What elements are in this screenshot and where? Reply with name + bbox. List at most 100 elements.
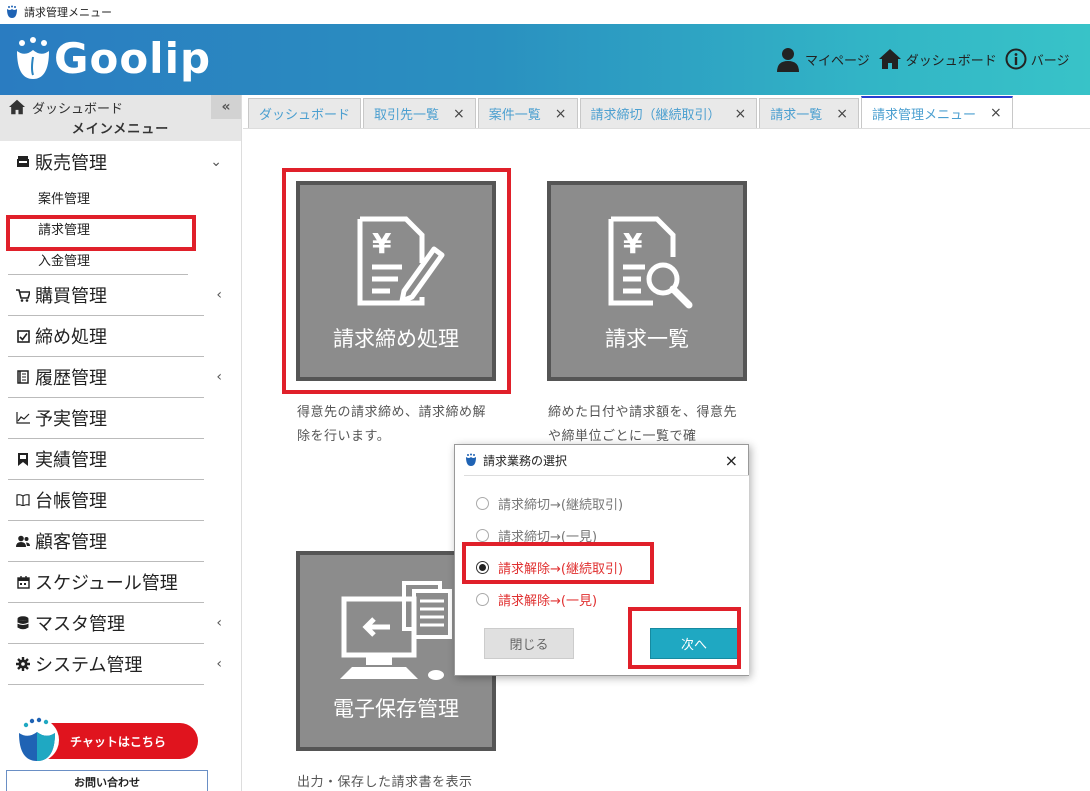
tab-label: 請求一覧	[770, 108, 823, 123]
sidebar-dashboard-link[interactable]: ダッシュボード «	[0, 95, 241, 119]
sidebar-item-label: スケジュール管理	[35, 573, 178, 594]
register-icon	[16, 155, 30, 169]
dialog-title: 請求業務の選択	[483, 453, 568, 468]
tile-description: 出力・保存した請求書を表示	[297, 775, 473, 790]
tab-label: 請求管理メニュー	[872, 107, 977, 123]
option-cancel-oneoff[interactable]: 請求解除→(一見)	[476, 590, 597, 609]
tile-label: 請求一覧	[605, 327, 689, 351]
sidebar-subitem-projects[interactable]: 案件管理	[8, 182, 204, 213]
option-label: 請求解除→(継続取引)	[498, 562, 624, 577]
dashboard-link[interactable]: ダッシュボード	[878, 48, 997, 70]
tab-billing-menu[interactable]: 請求管理メニュー ×	[861, 96, 1013, 128]
tile-billing-close[interactable]: ¥ 請求締め処理	[296, 181, 496, 381]
tab-billing-close[interactable]: 請求締切（継続取引） ×	[579, 98, 758, 128]
close-icon[interactable]: ×	[555, 106, 567, 122]
tab-label: 取引先一覧	[374, 108, 440, 123]
invoice-edit-icon: ¥	[357, 216, 445, 306]
tile-label: 電子保存管理	[333, 697, 459, 721]
sidebar-item-master[interactable]: マスタ管理 ‹	[8, 603, 222, 644]
sidebar-subitem-billing[interactable]: 請求管理	[8, 213, 204, 244]
sidebar-item-ledger[interactable]: 台帳管理	[8, 480, 204, 521]
dialog-close-button[interactable]: 閉じる	[484, 628, 574, 659]
option-cancel-continuous[interactable]: 請求解除→(継続取引)	[476, 558, 623, 577]
goolip-logo[interactable]: Goolip	[14, 34, 211, 83]
calendar-icon	[16, 575, 30, 589]
mypage-label: マイページ	[805, 53, 870, 69]
sidebar-item-results[interactable]: 実績管理	[8, 439, 204, 480]
option-close-oneoff[interactable]: 請求締切→(一見)	[476, 526, 597, 545]
close-icon[interactable]: ×	[453, 106, 465, 122]
radio-button[interactable]	[476, 593, 489, 606]
tile-description: 得意先の請求締め、請求締め解除を行います。	[297, 405, 487, 444]
sidebar-collapse-button[interactable]: «	[211, 95, 241, 119]
contact-button[interactable]: お問い合わせ	[6, 770, 208, 791]
sidebar-dashboard-label: ダッシュボード	[32, 101, 124, 117]
sidebar-item-label: システム管理	[35, 655, 143, 676]
home-icon	[878, 49, 901, 69]
header-nav: マイページ ダッシュボード バージ	[775, 46, 1078, 72]
home-icon	[9, 99, 25, 115]
double-chevron-left-icon: «	[221, 99, 231, 115]
sidebar-item-label: 台帳管理	[35, 491, 107, 512]
tab-projects[interactable]: 案件一覧 ×	[477, 98, 578, 128]
sidebar-item-label: マスタ管理	[35, 614, 125, 635]
bookmark-icon	[16, 452, 30, 466]
sidebar-item-label: 顧客管理	[35, 532, 107, 553]
sidebar-item-system[interactable]: システム管理 ‹	[8, 644, 222, 685]
tab-dashboard[interactable]: ダッシュボード	[248, 98, 362, 128]
logo-text: Goolip	[54, 34, 212, 83]
close-icon[interactable]: ×	[735, 106, 747, 122]
chevron-left-icon: ‹	[216, 656, 222, 672]
sidebar-item-purchasing[interactable]: 購買管理 ‹	[8, 275, 222, 316]
dialog-titlebar: 請求業務の選択 ×	[455, 445, 748, 475]
version-link[interactable]: バージ	[1005, 48, 1070, 70]
sidebar-item-sales[interactable]: 販売管理 ⌄	[8, 141, 222, 182]
close-icon[interactable]: ×	[990, 105, 1002, 121]
main-menu: 販売管理 ⌄ 案件管理 請求管理 入金管理 購買管理 ‹ 締め処理 履歴管理 ‹…	[8, 141, 222, 685]
chevron-left-icon: ‹	[216, 615, 222, 631]
tile-label: 請求締め処理	[333, 327, 459, 351]
option-label: 請求解除→(一見)	[498, 594, 598, 609]
tulip-logo-icon	[17, 36, 49, 79]
tab-bar: ダッシュボード 取引先一覧 × 案件一覧 × 請求締切（継続取引） × 請求一覧…	[248, 95, 1090, 128]
database-icon	[16, 616, 30, 630]
radio-button[interactable]	[476, 561, 489, 574]
svg-text:¥: ¥	[623, 227, 643, 260]
app-header: Goolip マイページ ダッシュボード バージ	[0, 24, 1090, 95]
radio-button[interactable]	[476, 497, 489, 510]
chevron-left-icon: ‹	[216, 287, 222, 303]
mypage-link[interactable]: マイページ	[775, 46, 870, 72]
close-icon[interactable]: ×	[836, 106, 848, 122]
open-book-icon	[16, 493, 30, 507]
sidebar-item-closing[interactable]: 締め処理	[8, 316, 204, 357]
invoice-search-icon: ¥	[608, 216, 693, 309]
sidebar: ダッシュボード « メインメニュー 販売管理 ⌄ 案件管理 請求管理 入金管理 …	[0, 95, 242, 791]
billing-task-dialog: 請求業務の選択 × 請求締切→(継続取引) 請求締切→(一見) 請求解除→(継続…	[454, 444, 749, 676]
gear-icon	[16, 657, 30, 671]
tab-billing-list[interactable]: 請求一覧 ×	[759, 98, 860, 128]
window-title: 請求管理メニュー	[24, 6, 112, 19]
svg-text:¥: ¥	[372, 227, 392, 260]
sidebar-item-customers[interactable]: 顧客管理	[8, 521, 204, 562]
radio-button[interactable]	[476, 529, 489, 542]
dialog-next-button[interactable]: 次へ	[650, 628, 738, 659]
info-icon	[1005, 48, 1027, 70]
chart-icon	[16, 411, 30, 425]
goolip-app-icon	[7, 5, 17, 18]
close-icon[interactable]: ×	[725, 451, 738, 470]
option-close-continuous[interactable]: 請求締切→(継続取引)	[476, 494, 623, 513]
sidebar-subitem-payments[interactable]: 入金管理	[8, 244, 188, 275]
tab-clients[interactable]: 取引先一覧 ×	[363, 98, 476, 128]
computer-documents-icon	[340, 581, 452, 680]
sidebar-item-history[interactable]: 履歴管理 ‹	[8, 357, 222, 398]
dashboard-label: ダッシュボード	[905, 53, 997, 69]
tab-label: 請求締切（継続取引）	[590, 108, 721, 123]
tile-description: 締めた日付や請求額を、得意先や締単位ごとに一覧で確	[548, 405, 738, 444]
chat-button[interactable]: チャットはこちら	[14, 717, 198, 763]
sidebar-item-budget[interactable]: 予実管理	[8, 398, 204, 439]
app-root: 請求管理メニュー Goolip マイページ ダッシュボード バージ ダッシュボー…	[0, 0, 1090, 791]
chevron-down-icon: ⌄	[210, 153, 222, 170]
sidebar-item-schedule[interactable]: スケジュール管理	[8, 562, 204, 603]
book-icon	[16, 370, 30, 384]
tile-billing-list[interactable]: ¥ 請求一覧	[547, 181, 747, 381]
